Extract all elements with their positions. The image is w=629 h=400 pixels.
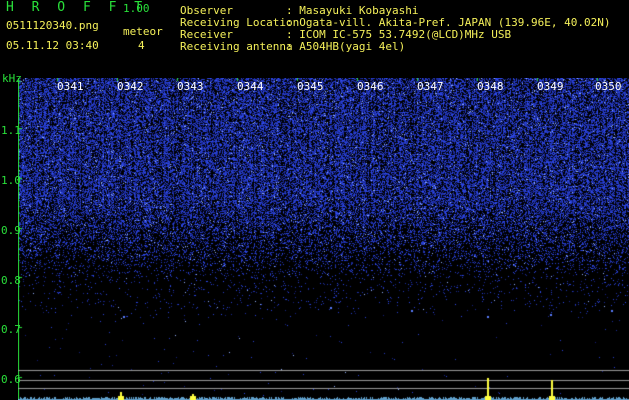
antenna-value: : A504HB(yagi 4el) — [286, 40, 406, 53]
x-tick-label: 0344 — [237, 80, 264, 93]
x-tick-label: 0342 — [117, 80, 144, 93]
app-version: 1.00 — [123, 2, 150, 15]
x-tick-label: 0349 — [537, 80, 564, 93]
x-tick-label: 0346 — [357, 80, 384, 93]
y-tick-label: 0.8 — [1, 274, 21, 287]
x-tick-label: 0341 — [57, 80, 84, 93]
y-tick-label: 1.0 — [1, 174, 21, 187]
filename: 0511120340.png — [6, 19, 99, 32]
x-tick-label: 0347 — [417, 80, 444, 93]
x-tick-label: 0350 — [595, 80, 622, 93]
x-tick-label: 0343 — [177, 80, 204, 93]
spectrogram-canvas — [18, 78, 629, 400]
antenna-label: Receiving antenna — [180, 40, 293, 53]
y-tick-label: 1.1 — [1, 124, 21, 137]
y-axis-unit: kHz — [2, 72, 22, 85]
y-tick-label: 0.6 — [1, 373, 21, 386]
datetime: 05.11.12 03:40 — [6, 39, 99, 52]
y-tick-label: 0.9 — [1, 224, 21, 237]
y-tick-label: 0.7 — [1, 323, 21, 336]
x-tick-label: 0345 — [297, 80, 324, 93]
meteor-count: 4 — [138, 39, 145, 52]
meteor-label: meteor — [123, 25, 163, 38]
x-tick-label: 0348 — [477, 80, 504, 93]
